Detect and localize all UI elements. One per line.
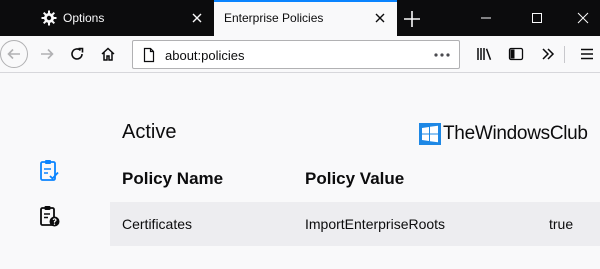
- home-button[interactable]: [95, 41, 121, 67]
- watermark: TheWindowsClub: [419, 119, 588, 149]
- url-text[interactable]: about:policies: [165, 48, 245, 63]
- tab-enterprise-policies[interactable]: Enterprise Policies: [214, 0, 397, 36]
- policy-flag-cell: true: [549, 216, 574, 232]
- tab-strip: Options Enterprise Policies: [0, 0, 600, 36]
- policy-errors-icon[interactable]: [37, 204, 61, 228]
- tab-options[interactable]: Options: [31, 0, 214, 36]
- arrow-left-icon: [7, 48, 20, 60]
- column-header-policy-name: Policy Name: [122, 169, 224, 188]
- column-header-policy-value: Policy Value: [305, 169, 405, 188]
- chevron-double-right-icon: [542, 48, 555, 60]
- table-row: Certificates ImportEnterpriseRoots true: [110, 202, 600, 246]
- home-icon: [101, 47, 115, 61]
- gear-icon: [41, 10, 57, 26]
- toolbar-separator: [564, 46, 565, 63]
- close-tab-options-icon[interactable]: [190, 11, 204, 25]
- menu-button[interactable]: [574, 41, 600, 67]
- navigation-bar: about:policies: [0, 36, 600, 73]
- policies-page: Active TheWindowsClub Policy Name Policy…: [0, 74, 600, 269]
- back-button[interactable]: [0, 40, 28, 68]
- tab-enterprise-policies-label: Enterprise Policies: [224, 11, 324, 25]
- page-heading: Active: [122, 121, 177, 143]
- active-tab-accent: [214, 0, 397, 2]
- library-icon: [477, 48, 492, 61]
- page-icon: [141, 47, 157, 63]
- active-policies-icon[interactable]: [37, 158, 61, 182]
- sidebar-icon: [508, 47, 524, 61]
- url-bar[interactable]: about:policies: [132, 40, 460, 69]
- tab-options-label: Options: [63, 11, 105, 25]
- arrow-right-icon: [41, 48, 54, 60]
- minimize-button[interactable]: [463, 0, 509, 36]
- close-window-button[interactable]: [560, 0, 600, 36]
- watermark-text: TheWindowsClub: [443, 123, 588, 144]
- windows-logo-icon: [419, 123, 441, 145]
- forward-button[interactable]: [34, 41, 60, 67]
- close-tab-enterprise-icon[interactable]: [373, 11, 387, 25]
- policy-name-cell: Certificates: [122, 216, 193, 232]
- new-tab-button[interactable]: [401, 8, 423, 30]
- page-actions-icon[interactable]: [433, 47, 451, 63]
- overflow-button[interactable]: [535, 41, 561, 67]
- reload-button[interactable]: [64, 41, 90, 67]
- reload-icon: [71, 47, 84, 60]
- policy-value-cell: ImportEnterpriseRoots: [305, 216, 446, 232]
- library-button[interactable]: [472, 41, 498, 67]
- sidebar-button[interactable]: [503, 41, 529, 67]
- maximize-button[interactable]: [514, 0, 560, 36]
- hamburger-icon: [581, 48, 593, 60]
